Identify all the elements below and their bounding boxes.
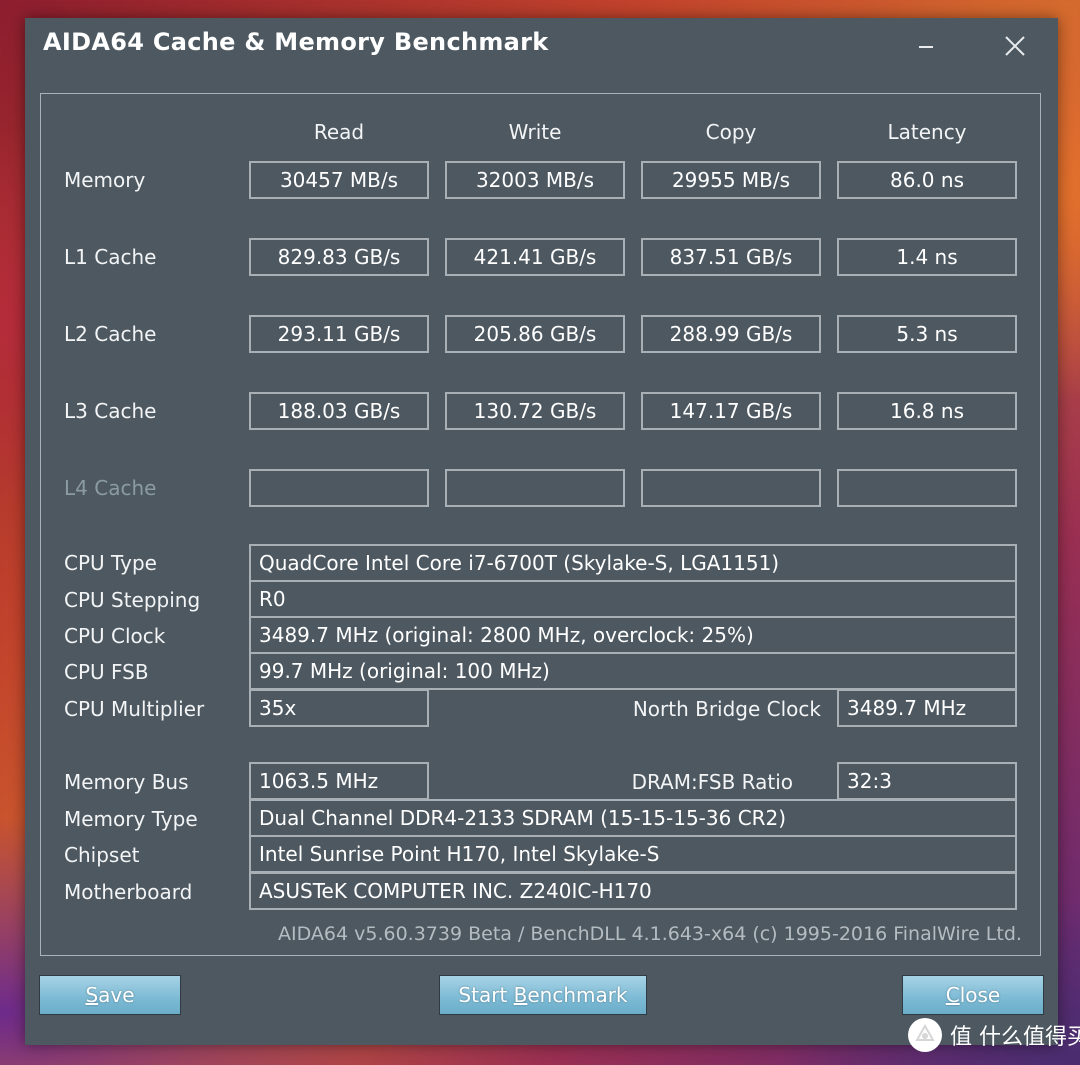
memory-type-value: Dual Channel DDR4-2133 SDRAM (15-15-15-3…: [249, 799, 1017, 837]
l2-latency-value: 5.3 ns: [837, 315, 1017, 353]
cpu-fsb-label: CPU FSB: [64, 660, 149, 684]
row-label-memory: Memory: [64, 168, 146, 192]
l1-copy-value: 837.51 GB/s: [641, 238, 821, 276]
cpu-stepping-value: R0: [249, 580, 1017, 618]
site-watermark: 值 什么值得买: [908, 1018, 1080, 1052]
start-label-rest: enchmark: [527, 983, 628, 1007]
cpu-fsb-value: 99.7 MHz (original: 100 MHz): [249, 652, 1017, 690]
watermark-text: 值 什么值得买: [950, 1025, 1080, 1050]
l4-latency-value: [837, 469, 1017, 507]
motherboard-value: ASUSTeK COMPUTER INC. Z240IC-H170: [249, 872, 1017, 910]
header-latency: Latency: [887, 120, 967, 144]
l3-write-value: 130.72 GB/s: [445, 392, 625, 430]
save-button[interactable]: Save: [39, 975, 181, 1015]
minimize-icon: [919, 46, 933, 48]
l4-read-value: [249, 469, 429, 507]
cpu-multiplier-label: CPU Multiplier: [64, 697, 205, 721]
memory-type-label: Memory Type: [64, 807, 198, 831]
north-bridge-clock-label: North Bridge Clock: [632, 697, 821, 721]
header-read: Read: [313, 120, 365, 144]
l1-write-value: 421.41 GB/s: [445, 238, 625, 276]
motherboard-label: Motherboard: [64, 880, 193, 904]
close-label: lose: [959, 983, 1001, 1007]
header-copy: Copy: [705, 120, 757, 144]
l1-read-value: 829.83 GB/s: [249, 238, 429, 276]
row-label-l2-cache: L2 Cache: [64, 322, 157, 346]
l4-copy-value: [641, 469, 821, 507]
north-bridge-clock-value: 3489.7 MHz: [837, 689, 1017, 727]
save-accel: S: [85, 983, 99, 1007]
l2-read-value: 293.11 GB/s: [249, 315, 429, 353]
window-close-button[interactable]: [995, 28, 1035, 62]
row-label-l1-cache: L1 Cache: [64, 245, 157, 269]
chipset-label: Chipset: [64, 843, 140, 867]
memory-copy-value: 29955 MB/s: [641, 161, 821, 199]
cpu-type-label: CPU Type: [64, 551, 157, 575]
cpu-clock-value: 3489.7 MHz (original: 2800 MHz, overcloc…: [249, 616, 1017, 654]
l2-write-value: 205.86 GB/s: [445, 315, 625, 353]
l1-latency-value: 1.4 ns: [837, 238, 1017, 276]
dram-fsb-ratio-label: DRAM:FSB Ratio: [631, 770, 793, 794]
row-label-l4-cache: L4 Cache: [64, 476, 157, 500]
cpu-type-value: QuadCore Intel Core i7-6700T (Skylake-S,…: [249, 544, 1017, 582]
chipset-value: Intel Sunrise Point H170, Intel Skylake-…: [249, 835, 1017, 873]
close-icon: [1005, 36, 1025, 56]
title-bar[interactable]: AIDA64 Cache & Memory Benchmark: [25, 18, 1058, 78]
version-footer: AIDA64 v5.60.3739 Beta / BenchDLL 4.1.64…: [278, 923, 1022, 945]
close-button[interactable]: Close: [902, 975, 1044, 1015]
row-label-l3-cache: L3 Cache: [64, 399, 157, 423]
save-label: ave: [98, 983, 135, 1007]
watermark-logo-icon: [908, 1018, 942, 1052]
l3-copy-value: 147.17 GB/s: [641, 392, 821, 430]
header-write: Write: [508, 120, 562, 144]
cpu-clock-label: CPU Clock: [64, 624, 166, 648]
start-accel: B: [513, 983, 528, 1007]
memory-read-value: 30457 MB/s: [249, 161, 429, 199]
l3-read-value: 188.03 GB/s: [249, 392, 429, 430]
memory-latency-value: 86.0 ns: [837, 161, 1017, 199]
start-benchmark-button[interactable]: Start Benchmark: [439, 975, 647, 1015]
l4-write-value: [445, 469, 625, 507]
memory-bus-value: 1063.5 MHz: [249, 762, 429, 800]
minimize-button[interactable]: [905, 28, 945, 62]
close-accel: C: [945, 983, 960, 1007]
benchmark-window: AIDA64 Cache & Memory Benchmark Read Wri…: [25, 18, 1058, 1045]
dram-fsb-ratio-value: 32:3: [837, 762, 1017, 800]
start-label-pre: Start: [458, 983, 514, 1007]
window-title: AIDA64 Cache & Memory Benchmark: [43, 28, 549, 56]
memory-write-value: 32003 MB/s: [445, 161, 625, 199]
l2-copy-value: 288.99 GB/s: [641, 315, 821, 353]
memory-bus-label: Memory Bus: [64, 770, 189, 794]
cpu-multiplier-value: 35x: [249, 689, 429, 727]
cpu-stepping-label: CPU Stepping: [64, 588, 201, 612]
l3-latency-value: 16.8 ns: [837, 392, 1017, 430]
